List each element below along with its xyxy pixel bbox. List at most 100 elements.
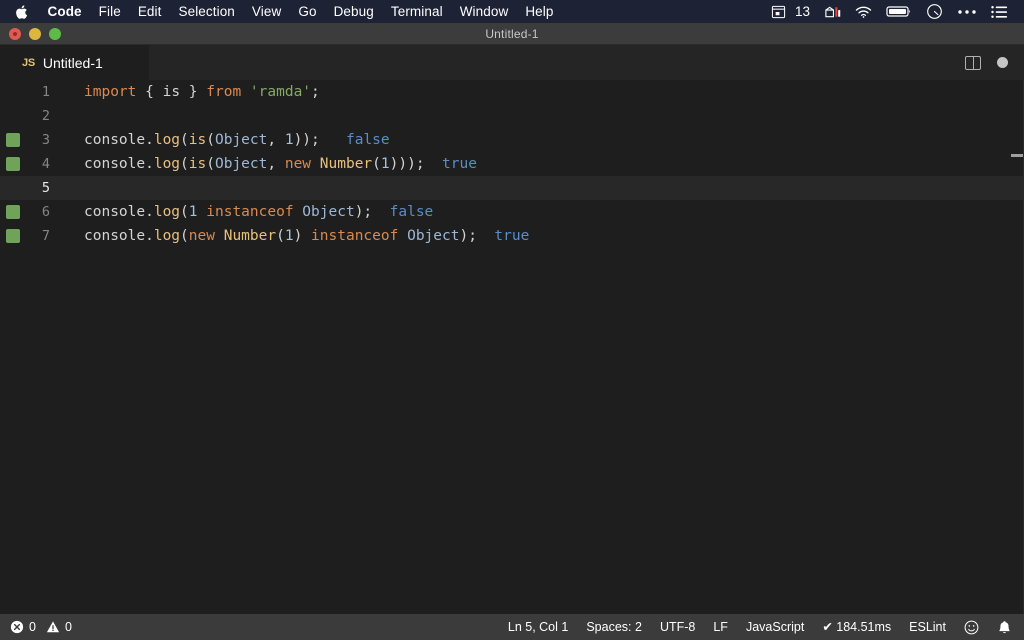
code-token: ( xyxy=(206,156,215,172)
list-icon[interactable] xyxy=(984,0,1015,23)
gutter-row-1[interactable]: 1 xyxy=(0,80,82,104)
menu-item-terminal[interactable]: Terminal xyxy=(382,0,451,23)
editor-vertical-scrollbar[interactable] xyxy=(1010,80,1024,614)
menu-item-view[interactable]: View xyxy=(243,0,289,23)
editor-code-area[interactable]: import { is } from 'ramda'; console.log(i… xyxy=(82,80,1024,614)
code-token: is xyxy=(162,84,181,100)
code-token: false xyxy=(389,204,434,220)
code-token: false xyxy=(345,132,390,148)
code-token: console xyxy=(84,228,146,244)
code-token: ( xyxy=(372,156,381,172)
code-row-7[interactable]: console.log(new Number(1) instanceof Obj… xyxy=(82,224,1024,248)
active-line-highlight xyxy=(82,176,1024,200)
code-token: ); xyxy=(459,228,477,244)
battery-icon[interactable] xyxy=(879,0,919,23)
error-count: 0 xyxy=(29,620,36,634)
gutter-row-3[interactable]: 3 xyxy=(0,128,82,152)
gutter-row-7[interactable]: 7 xyxy=(0,224,82,248)
line-number: 2 xyxy=(41,108,50,124)
language-mode[interactable]: JavaScript xyxy=(737,614,813,640)
code-token: from xyxy=(206,84,242,100)
menu-item-selection[interactable]: Selection xyxy=(170,0,243,23)
bell-icon[interactable] xyxy=(988,614,1014,640)
code-row-3[interactable]: console.log(is(Object, 1)); false xyxy=(82,128,1024,152)
editor-gutter[interactable]: 1 2 3 4 5 6 7 xyxy=(0,80,82,614)
code-token: . xyxy=(145,132,154,148)
problems-status[interactable]: 0 0 xyxy=(10,614,81,640)
wifi-icon[interactable] xyxy=(848,0,879,23)
code-token: ); xyxy=(354,204,373,220)
code-row-1[interactable]: import { is } from 'ramda'; xyxy=(82,80,1024,104)
code-token: , xyxy=(267,132,285,148)
split-editor-icon[interactable] xyxy=(965,55,981,70)
code-token: log xyxy=(153,228,181,244)
code-token: )); xyxy=(293,132,320,148)
code-token: Number xyxy=(223,228,277,244)
code-token: log xyxy=(153,132,181,148)
menu-item-go[interactable]: Go xyxy=(290,0,325,23)
code-token: Number xyxy=(319,156,373,172)
apple-logo-icon[interactable] xyxy=(13,3,28,20)
file-encoding[interactable]: UTF-8 xyxy=(651,614,704,640)
code-row-4[interactable]: console.log(is(Object, new Number(1))); … xyxy=(82,152,1024,176)
timer-icon[interactable] xyxy=(919,0,950,23)
eslint-status[interactable]: ESLint xyxy=(900,614,955,640)
code-row-6[interactable]: console.log(1 instanceof Object); false xyxy=(82,200,1024,224)
menu-item-edit[interactable]: Edit xyxy=(129,0,170,23)
code-line-text xyxy=(82,104,84,128)
code-token: console xyxy=(84,204,146,220)
code-line-text xyxy=(82,176,84,200)
code-token: , xyxy=(267,156,285,172)
code-token: new xyxy=(284,156,312,172)
menu-item-help[interactable]: Help xyxy=(517,0,562,23)
warning-count: 0 xyxy=(64,620,72,634)
code-token: . xyxy=(145,156,154,172)
code-token: is xyxy=(188,156,207,172)
menu-item-code[interactable]: Code xyxy=(39,0,90,23)
menu-bar-date[interactable]: 13 xyxy=(793,0,817,23)
ellipsis-icon[interactable] xyxy=(950,0,984,23)
code-token: new xyxy=(188,228,215,244)
calendar-icon[interactable] xyxy=(764,0,793,23)
unsaved-dot-icon[interactable] xyxy=(997,57,1008,68)
code-token: 1 xyxy=(284,132,294,148)
menu-item-file[interactable]: File xyxy=(90,0,129,23)
menu-item-debug[interactable]: Debug xyxy=(325,0,382,23)
gutter-row-2[interactable]: 2 xyxy=(0,104,82,128)
scrollbar-marker xyxy=(1011,154,1023,157)
gutter-row-4[interactable]: 4 xyxy=(0,152,82,176)
indentation-setting[interactable]: Spaces: 2 xyxy=(577,614,651,640)
menu-bar-status-tray: 13 xyxy=(764,0,1017,23)
menu-item-window[interactable]: Window xyxy=(451,0,517,23)
code-row-5[interactable] xyxy=(82,176,1024,200)
code-token: ( xyxy=(180,156,189,172)
vscode-window: Untitled-1 JS Untitled-1 1 2 3 4 5 6 7 import … xyxy=(0,23,1024,640)
runtime-duration[interactable]: ✔ 184.51ms xyxy=(813,614,900,640)
gutter-row-6[interactable]: 6 xyxy=(0,200,82,224)
gutter-row-5[interactable]: 5 xyxy=(0,176,82,200)
code-token: 1 xyxy=(284,228,294,244)
code-token: log xyxy=(153,156,181,172)
code-row-2[interactable] xyxy=(82,104,1024,128)
code-token: Object xyxy=(214,156,268,172)
cursor-position[interactable]: Ln 5, Col 1 xyxy=(499,614,577,640)
code-token: . xyxy=(145,204,154,220)
end-of-line-setting[interactable]: LF xyxy=(704,614,737,640)
code-token: { xyxy=(136,84,163,100)
code-editor[interactable]: 1 2 3 4 5 6 7 import { is } from 'ramda'; conso… xyxy=(0,80,1024,614)
code-token: ( xyxy=(180,228,189,244)
code-token: . xyxy=(145,228,154,244)
line-number: 6 xyxy=(41,204,50,220)
error-icon xyxy=(10,620,24,634)
code-token: import xyxy=(84,84,137,100)
activity-monitor-icon[interactable] xyxy=(817,0,848,23)
code-line-text: console.log(is(Object, new Number(1))); … xyxy=(82,152,477,176)
smiley-icon[interactable] xyxy=(955,614,988,640)
code-token: ( xyxy=(276,228,285,244)
tab-untitled-1[interactable]: JS Untitled-1 xyxy=(0,45,150,80)
code-token: } xyxy=(180,84,207,100)
